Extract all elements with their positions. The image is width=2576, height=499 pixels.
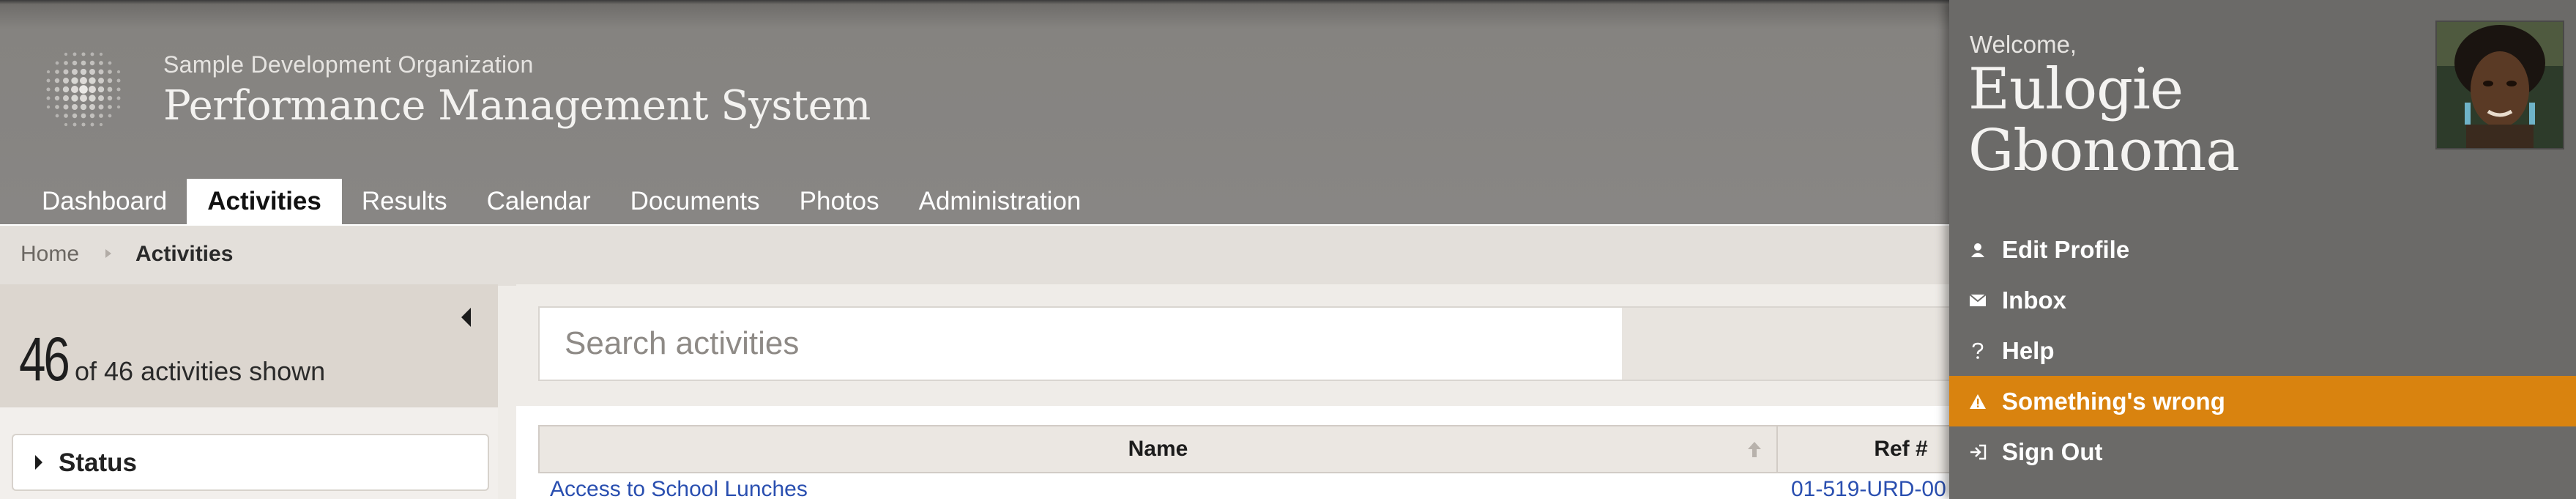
results-count-box: 46 of 46 activities shown (0, 284, 498, 407)
sort-ascending-icon[interactable] (1746, 440, 1763, 459)
nav-calendar[interactable]: Calendar (467, 179, 611, 224)
sign-out-icon (1968, 426, 1987, 477)
system-name[interactable]: Performance Management System (163, 82, 871, 130)
person-icon (1968, 224, 1987, 275)
menu-inbox-label: Inbox (2002, 287, 2066, 314)
nav-results[interactable]: Results (342, 179, 467, 224)
envelope-icon (1968, 275, 1987, 325)
welcome-text: Welcome, (1970, 31, 2077, 58)
user-menu: Edit Profile Inbox Help Something's wron… (1949, 224, 2576, 477)
menu-help[interactable]: Help (1949, 325, 2576, 376)
collapse-sidebar-icon[interactable] (461, 308, 471, 327)
warning-icon (1968, 376, 1987, 426)
menu-something-wrong-label: Something's wrong (2002, 388, 2225, 415)
user-name: Eulogie Gbonoma (1968, 56, 2240, 184)
menu-sign-out[interactable]: Sign Out (1949, 426, 2576, 477)
breadcrumb-separator-icon (105, 249, 111, 258)
menu-something-wrong[interactable]: Something's wrong (1949, 376, 2576, 426)
nav-activities[interactable]: Activities (187, 179, 342, 224)
row-name-link[interactable]: Access to School Lunches (550, 473, 1765, 499)
caret-right-icon (35, 455, 42, 470)
status-filter-label: Status (59, 448, 137, 477)
organization-name: Sample Development Organization (163, 51, 534, 78)
nav-dashboard[interactable]: Dashboard (22, 179, 187, 224)
breadcrumb-home[interactable]: Home (21, 242, 79, 267)
menu-sign-out-label: Sign Out (2002, 438, 2103, 465)
column-header-ref-label: Ref # (1874, 437, 1928, 461)
question-icon (1968, 325, 1987, 376)
menu-inbox[interactable]: Inbox (1949, 275, 2576, 325)
nav-documents[interactable]: Documents (611, 179, 780, 224)
nav-administration[interactable]: Administration (899, 179, 1101, 224)
status-filter-toggle[interactable]: Status (12, 434, 489, 491)
menu-edit-profile[interactable]: Edit Profile (1949, 224, 2576, 275)
breadcrumb-current: Activities (135, 242, 234, 266)
menu-edit-profile-label: Edit Profile (2002, 236, 2130, 263)
results-count-text: of 46 activities shown (75, 356, 326, 386)
column-header-name-label: Name (1128, 437, 1188, 461)
row-ref-link[interactable]: 01-519-URD-00 (1791, 473, 1967, 499)
nav-photos[interactable]: Photos (780, 179, 899, 224)
avatar-photo (2437, 22, 2563, 148)
column-header-name[interactable]: Name (538, 425, 1778, 473)
menu-help-label: Help (2002, 337, 2055, 364)
search-input[interactable] (538, 306, 1622, 381)
globe-dots-logo[interactable] (35, 41, 132, 138)
avatar[interactable] (2435, 21, 2564, 149)
main-nav: Dashboard Activities Results Calendar Do… (22, 179, 1101, 224)
filter-sidebar: 46 of 46 activities shown Status (0, 284, 498, 499)
user-menu-panel: Welcome, Eulogie Gbonoma Edit Profile In… (1949, 0, 2576, 499)
results-count-number: 46 (19, 325, 70, 393)
